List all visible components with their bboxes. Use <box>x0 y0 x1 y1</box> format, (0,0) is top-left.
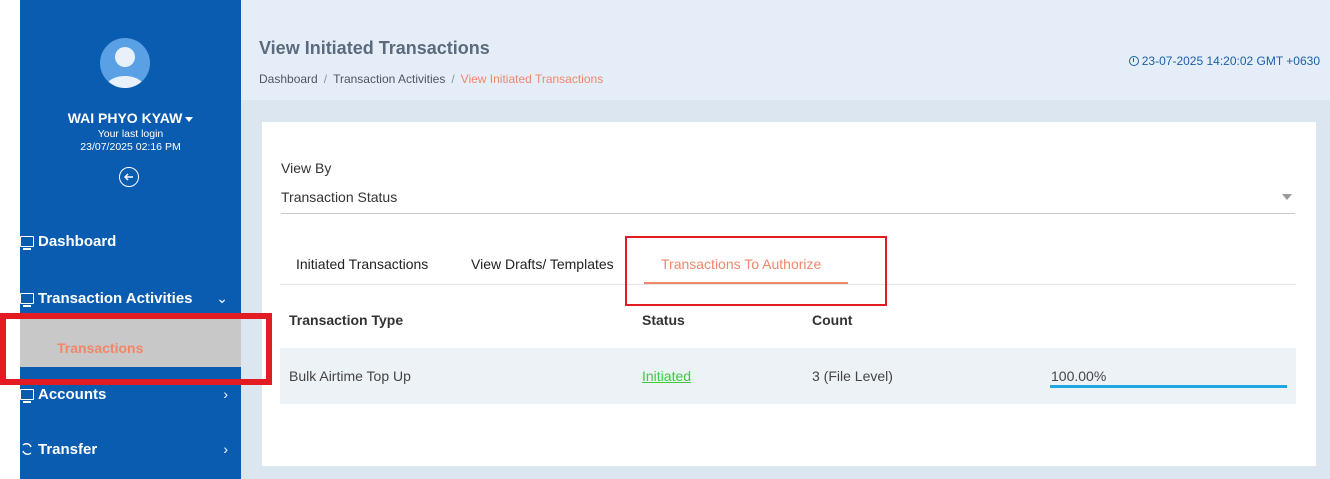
sidebar-item-label: Transfer <box>38 440 98 458</box>
transfer-icon <box>22 443 32 455</box>
sidebar-subitem-transactions[interactable]: Transactions <box>20 319 241 367</box>
tab-transactions-to-authorize[interactable]: Transactions To Authorize <box>661 256 821 272</box>
user-menu[interactable]: WAI PHYO KYAW <box>20 110 241 126</box>
sidebar-item-label: Transaction Activities <box>38 289 193 307</box>
tab-initiated-transactions[interactable]: Initiated Transactions <box>296 256 428 272</box>
avatar[interactable] <box>100 38 150 88</box>
view-by-label: View By <box>281 160 332 176</box>
view-by-select[interactable]: Transaction Status <box>281 182 1295 214</box>
last-login-label: Your last login <box>97 128 164 140</box>
caret-down-icon <box>185 116 194 122</box>
breadcrumb-separator: / <box>323 72 328 86</box>
progress-percent: 100.00% <box>1051 368 1107 384</box>
user-name: WAI PHYO KYAW <box>67 110 183 126</box>
table-row: Bulk Airtime Top Up Initiated 3 (File Le… <box>280 348 1296 404</box>
sidebar-item-label: Accounts <box>38 385 107 403</box>
sidebar-item-transfer[interactable]: Transfer › <box>20 437 241 461</box>
breadcrumb-separator: / <box>451 72 455 86</box>
column-header-status: Status <box>642 312 685 328</box>
sidebar-item-transaction-activities[interactable]: Transaction Activities ⌄ <box>20 286 241 310</box>
datetime-text: 23-07-2025 14:20:02 GMT +0630 <box>1141 54 1320 68</box>
sidebar-item-accounts[interactable]: Accounts › <box>20 382 241 406</box>
dropdown-arrow-icon <box>1282 194 1292 200</box>
transaction-tabs: Initiated Transactions View Drafts/ Temp… <box>280 237 1296 285</box>
chevron-right-icon: › <box>223 441 228 457</box>
collapse-sidebar-icon[interactable] <box>119 167 139 187</box>
status-initiated-link[interactable]: Initiated <box>642 368 691 384</box>
sidebar: WAI PHYO KYAW Your last login 23/07/2025… <box>20 0 241 479</box>
cell-transaction-type: Bulk Airtime Top Up <box>289 368 411 384</box>
cell-count: 3 (File Level) <box>812 368 893 384</box>
user-avatar-icon <box>105 47 145 88</box>
view-by-value: Transaction Status <box>281 189 398 205</box>
transactions-card: View By Transaction Status Initiated Tra… <box>262 122 1316 466</box>
chevron-down-icon: ⌄ <box>216 289 228 306</box>
column-header-transaction-type: Transaction Type <box>289 312 404 328</box>
monitor-icon <box>20 235 34 250</box>
clock-icon <box>1128 56 1139 66</box>
page-title: View Initiated Transactions <box>259 38 490 58</box>
active-tab-indicator <box>644 282 848 284</box>
sidebar-item-dashboard[interactable]: Dashboard <box>20 229 241 253</box>
sidebar-subitem-label: Transactions <box>57 340 144 356</box>
sidebar-item-label: Dashboard <box>38 232 117 250</box>
arrow-left-icon <box>123 173 133 181</box>
app-frame: WAI PHYO KYAW Your last login 23/07/2025… <box>20 0 1330 479</box>
breadcrumb-transaction-activities[interactable]: Transaction Activities <box>333 72 445 86</box>
breadcrumb: Dashboard / Transaction Activities / View In… <box>259 72 603 86</box>
cell-status: Initiated <box>642 368 691 384</box>
column-header-count: Count <box>812 312 853 328</box>
page-header: View Initiated Transactions Dashboard / Tr… <box>241 0 1330 100</box>
progress-bar-fill <box>1050 385 1287 388</box>
progress-bar <box>1050 385 1287 388</box>
breadcrumb-current: View Initiated Transactions <box>460 72 604 86</box>
monitor-icon <box>20 292 34 307</box>
server-datetime: 23-07-2025 14:20:02 GMT +0630 <box>1128 54 1320 68</box>
main-content: View Initiated Transactions Dashboard / Tr… <box>241 0 1330 479</box>
last-login-value: 23/07/2025 02:16 PM <box>80 141 181 153</box>
breadcrumb-dashboard[interactable]: Dashboard <box>259 72 318 86</box>
folder-icon <box>20 388 34 403</box>
tab-view-drafts-templates[interactable]: View Drafts/ Templates <box>471 256 614 272</box>
last-login: Your last login 23/07/2025 02:16 PM <box>20 128 241 154</box>
chevron-right-icon: › <box>223 386 228 402</box>
